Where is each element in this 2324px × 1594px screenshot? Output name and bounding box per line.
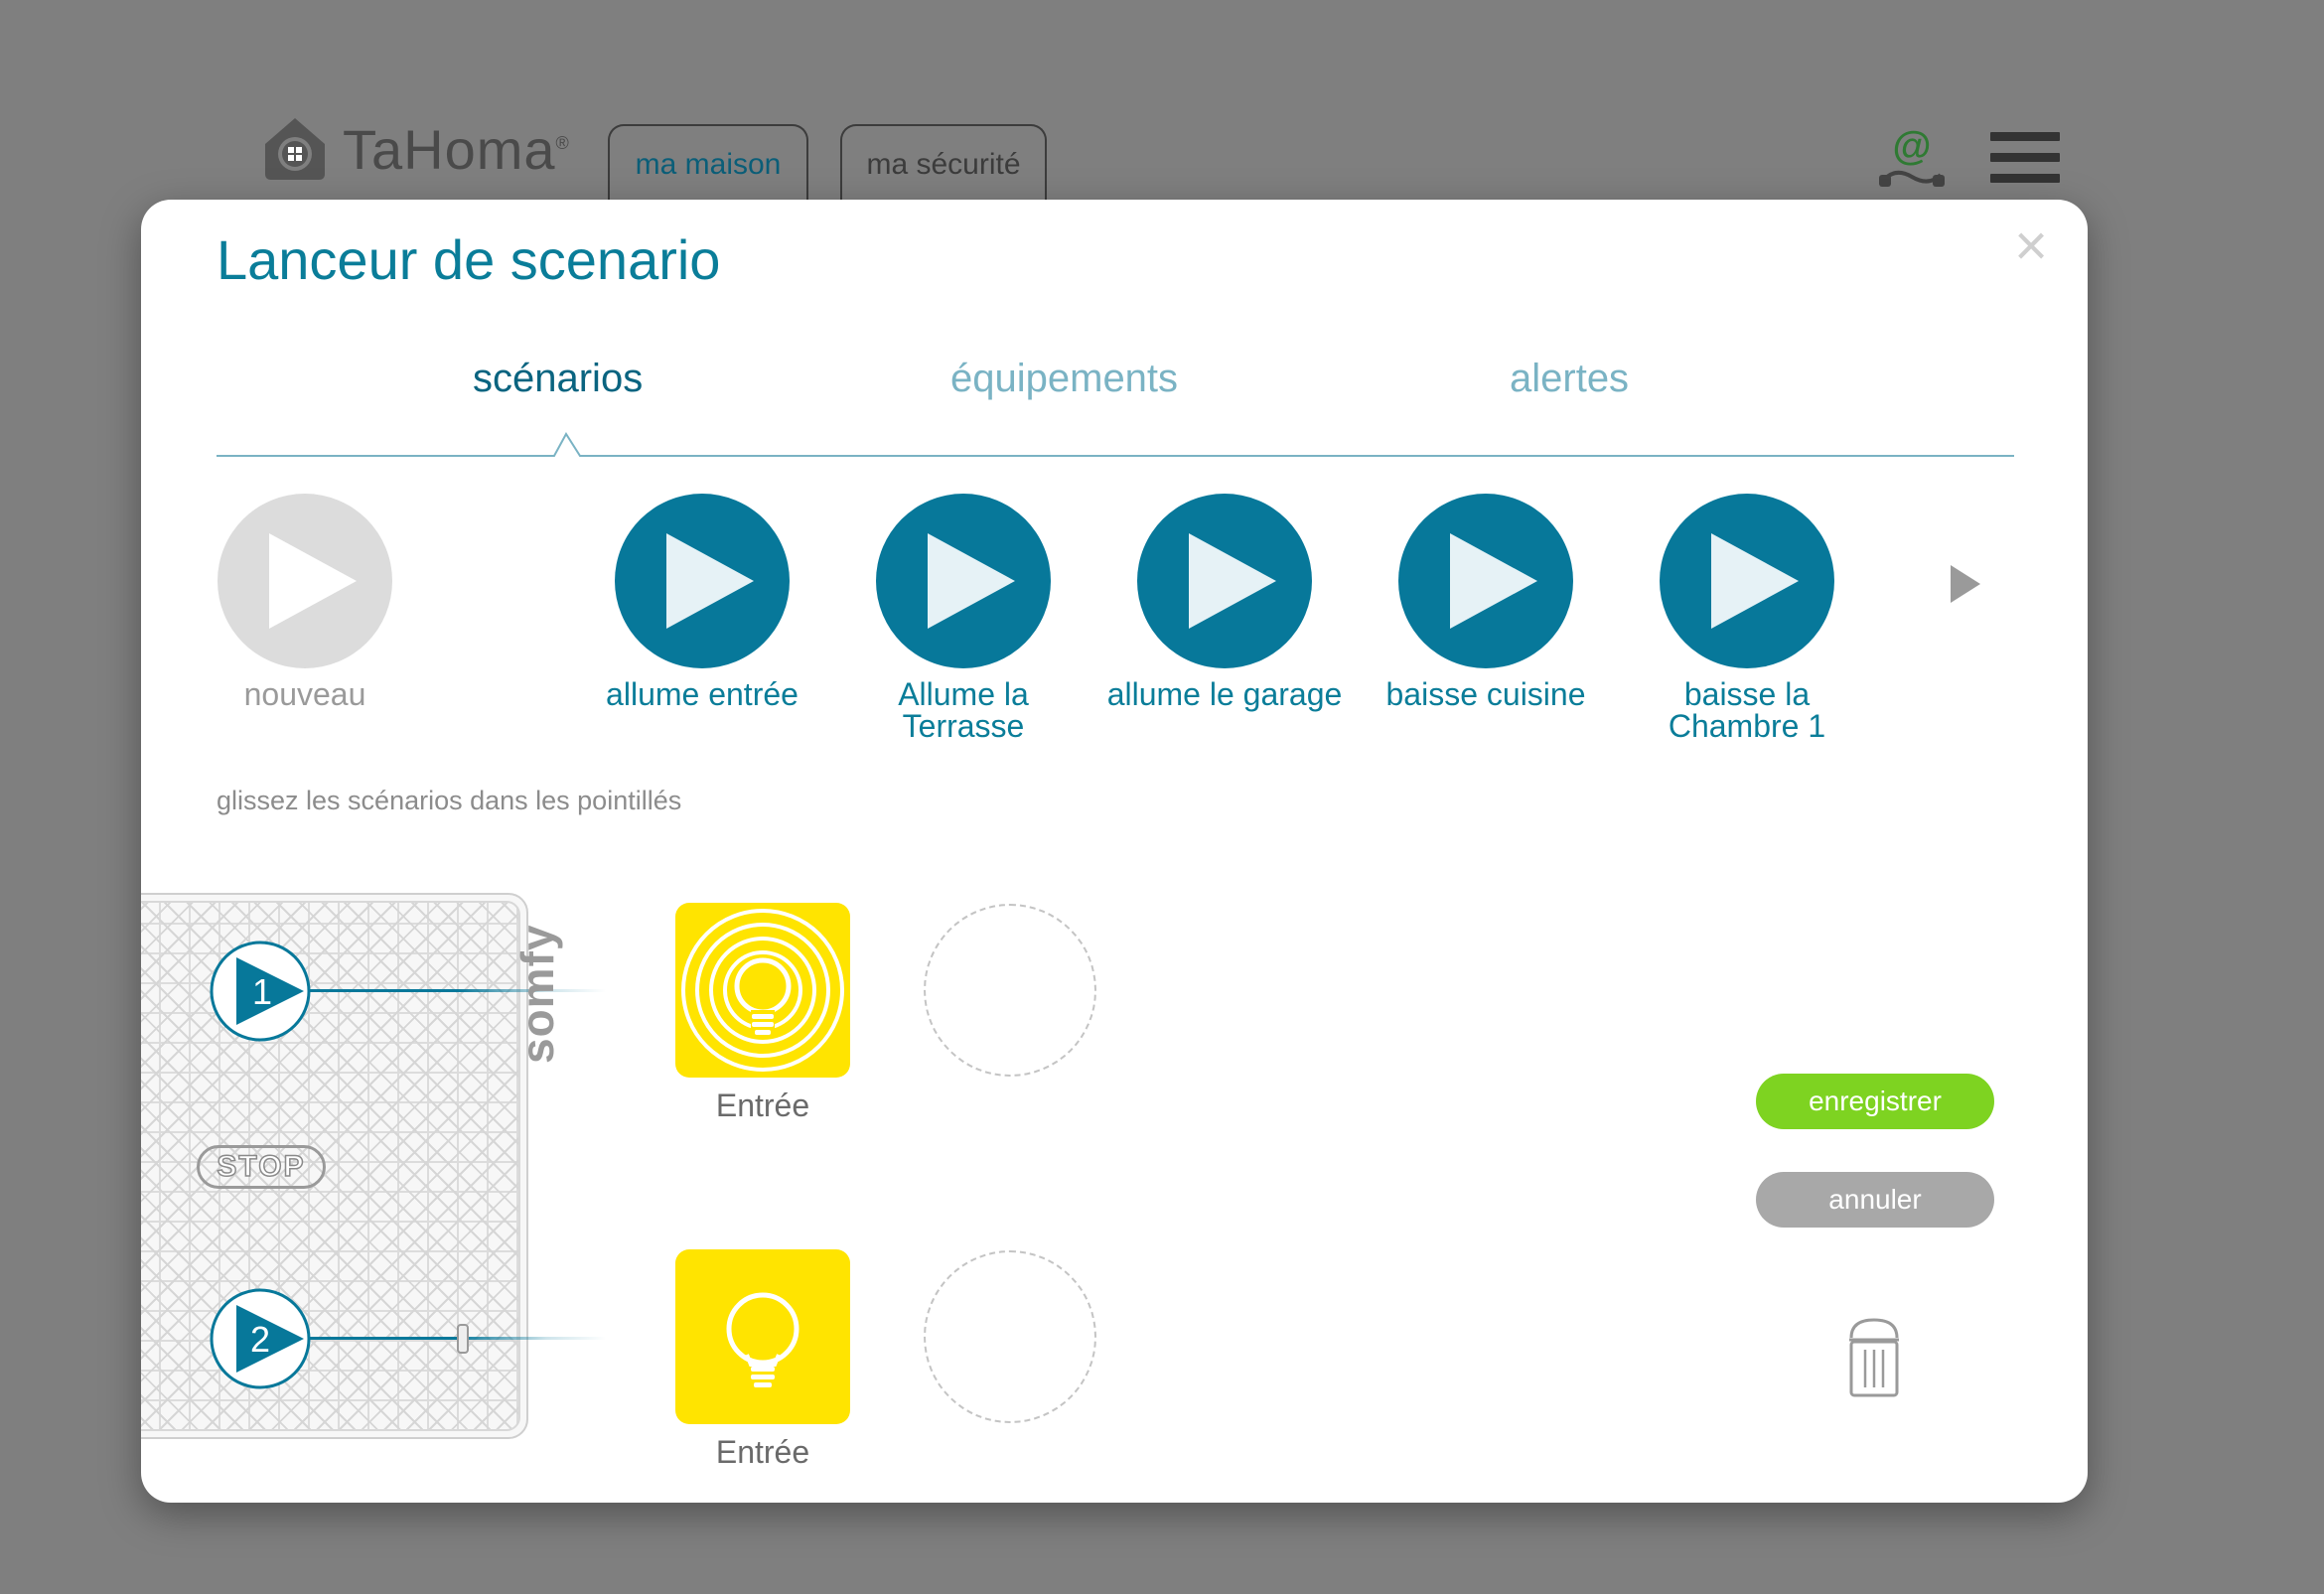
scenario-label: allume le garage	[1106, 676, 1343, 712]
scenario-label: allume entrée	[606, 676, 799, 712]
cancel-button[interactable]: annuler	[1756, 1172, 1994, 1228]
scenario-label: Allume la Terrasse	[898, 676, 1029, 744]
brand-name: TaHoma	[343, 117, 556, 181]
close-icon[interactable]: ×	[2014, 217, 2048, 275]
save-button[interactable]: enregistrer	[1756, 1074, 1994, 1129]
drag-hint: glissez les scénarios dans les pointillé…	[217, 786, 682, 815]
tab-alertes[interactable]: alertes	[1510, 357, 1629, 401]
scenario-item[interactable]: Allume la Terrasse	[839, 494, 1088, 742]
modal-title: Lanceur de scenario	[217, 228, 721, 291]
remote-stop-button[interactable]: STOP	[197, 1145, 326, 1189]
play-icon	[1660, 494, 1834, 668]
top-bar: TaHoma ® ma maison ma sécurité @	[0, 0, 2324, 204]
scenario-label: baisse cuisine	[1385, 676, 1586, 712]
assigned-scenario-1[interactable]: Entrée	[675, 903, 850, 1124]
remote-button-1[interactable]: 1	[209, 940, 312, 1043]
play-icon	[876, 494, 1051, 668]
scenario-item[interactable]: allume entrée	[578, 494, 826, 710]
remote-button-1-label: 1	[252, 971, 272, 1012]
tab-equipements[interactable]: équipements	[950, 357, 1178, 401]
assigned-label: Entrée	[715, 1434, 810, 1470]
brand-registered-mark: ®	[555, 132, 569, 153]
remote-button-2[interactable]: 2	[209, 1287, 312, 1390]
hamburger-menu-icon[interactable]	[1990, 132, 2060, 184]
light-bulb-glowing-icon	[675, 903, 850, 1078]
scenario-label: baisse la Chambre 1	[1668, 676, 1826, 744]
drop-slot-1[interactable]	[924, 904, 1096, 1077]
play-icon	[615, 494, 790, 668]
scenario-new[interactable]: nouveau	[181, 494, 429, 710]
assigned-label: Entrée	[715, 1087, 810, 1123]
tab-scenarios[interactable]: scénarios	[473, 357, 643, 401]
drop-slot-2[interactable]	[924, 1250, 1096, 1423]
scenario-item[interactable]: baisse la Chambre 1	[1623, 494, 1871, 742]
play-icon	[1137, 494, 1312, 668]
play-icon	[1398, 494, 1573, 668]
scenario-item[interactable]: allume le garage	[1100, 494, 1349, 710]
tahoma-logo[interactable]: TaHoma ®	[263, 114, 569, 184]
tab-ma-maison[interactable]: ma maison	[608, 124, 808, 204]
light-bulb-icon	[675, 1249, 850, 1424]
assigned-scenario-2[interactable]: Entrée	[675, 1249, 850, 1471]
somfy-brand: somfy	[511, 924, 563, 1064]
svg-text:@: @	[1892, 125, 1931, 168]
at-connection-icon[interactable]: @	[1877, 125, 1947, 191]
remote-led	[457, 1324, 469, 1354]
tab-ma-securite[interactable]: ma sécurité	[840, 124, 1047, 204]
scenario-item[interactable]: baisse cuisine	[1362, 494, 1610, 710]
scenario-label: nouveau	[243, 676, 366, 712]
play-icon	[218, 494, 392, 668]
house-logo-icon	[265, 118, 325, 180]
remote-button-2-label: 2	[250, 1319, 270, 1360]
scenario-launcher-modal: Lanceur de scenario × scénarios équipeme…	[141, 200, 2088, 1503]
next-arrow-icon[interactable]	[1945, 561, 1984, 607]
trash-icon[interactable]	[1847, 1316, 1901, 1399]
tab-indicator-line	[217, 432, 2014, 457]
